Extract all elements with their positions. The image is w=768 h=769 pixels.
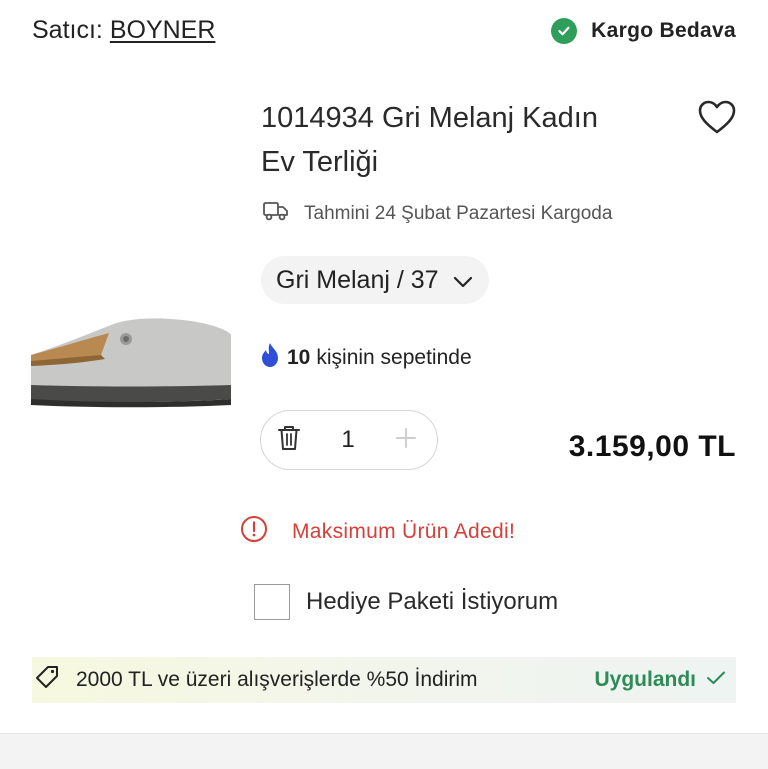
- heart-icon: [698, 100, 736, 134]
- product-title: 1014934 Gri Melanj Kadın Ev Terliği: [261, 96, 681, 184]
- seller-label: Satıcı:: [32, 16, 103, 44]
- tag-icon: [34, 665, 60, 696]
- free-shipping-label: Kargo Bedava: [591, 19, 736, 42]
- delete-button[interactable]: [277, 424, 301, 457]
- gift-wrap-label: Hediye Paketi İstiyorum: [306, 588, 559, 615]
- checkmark-icon: [706, 668, 726, 692]
- basket-count: 10: [287, 346, 311, 369]
- gift-wrap-option[interactable]: Hediye Paketi İstiyorum: [254, 584, 558, 620]
- favorite-button[interactable]: [697, 99, 737, 137]
- alert-circle-icon: [240, 515, 268, 549]
- flame-icon: [259, 342, 281, 374]
- product-title-line-1: 1014934 Gri Melanj Kadın: [261, 102, 598, 134]
- warning-text: Maksimum Ürün Adedi!: [292, 520, 516, 543]
- seller-link[interactable]: BOYNER: [110, 16, 216, 44]
- product-price: 3.159,00 TL: [568, 430, 736, 463]
- chevron-down-icon: [453, 266, 473, 295]
- increase-button[interactable]: [395, 427, 417, 454]
- plus-icon: [395, 427, 416, 448]
- product-title-line-2: Ev Terliği: [261, 146, 379, 178]
- bottom-bar: [0, 733, 768, 769]
- quantity-value: 1: [341, 426, 355, 453]
- delivery-text: Tahmini 24 Şubat Pazartesi Kargoda: [304, 203, 613, 224]
- variant-label: Gri Melanj / 37: [276, 265, 439, 294]
- product-image[interactable]: [31, 295, 231, 415]
- basket-text: kişinin sepetinde: [316, 346, 472, 369]
- delivery-estimate: Tahmini 24 Şubat Pazartesi Kargoda: [262, 200, 612, 228]
- gift-wrap-checkbox[interactable]: [254, 584, 290, 620]
- max-quantity-warning: Maksimum Ürün Adedi!: [240, 515, 515, 549]
- seller-info: Satıcı: BOYNER: [32, 16, 215, 45]
- quantity-stepper: 1: [260, 410, 438, 470]
- free-shipping-badge: Kargo Bedava: [551, 18, 736, 44]
- promo-status-label: Uygulandı: [594, 668, 696, 691]
- trash-icon: [278, 425, 300, 450]
- promo-status: Uygulandı: [594, 668, 726, 692]
- check-circle-icon: [551, 18, 578, 44]
- variant-selector[interactable]: Gri Melanj / 37: [261, 256, 489, 304]
- promo-text: 2000 TL ve üzeri alışverişlerde %50 İndi…: [76, 668, 478, 691]
- truck-icon: [262, 200, 290, 228]
- promo-banner: 2000 TL ve üzeri alışverişlerde %50 İndi…: [32, 657, 736, 703]
- basket-popularity: 10 kişinin sepetinde: [259, 342, 472, 374]
